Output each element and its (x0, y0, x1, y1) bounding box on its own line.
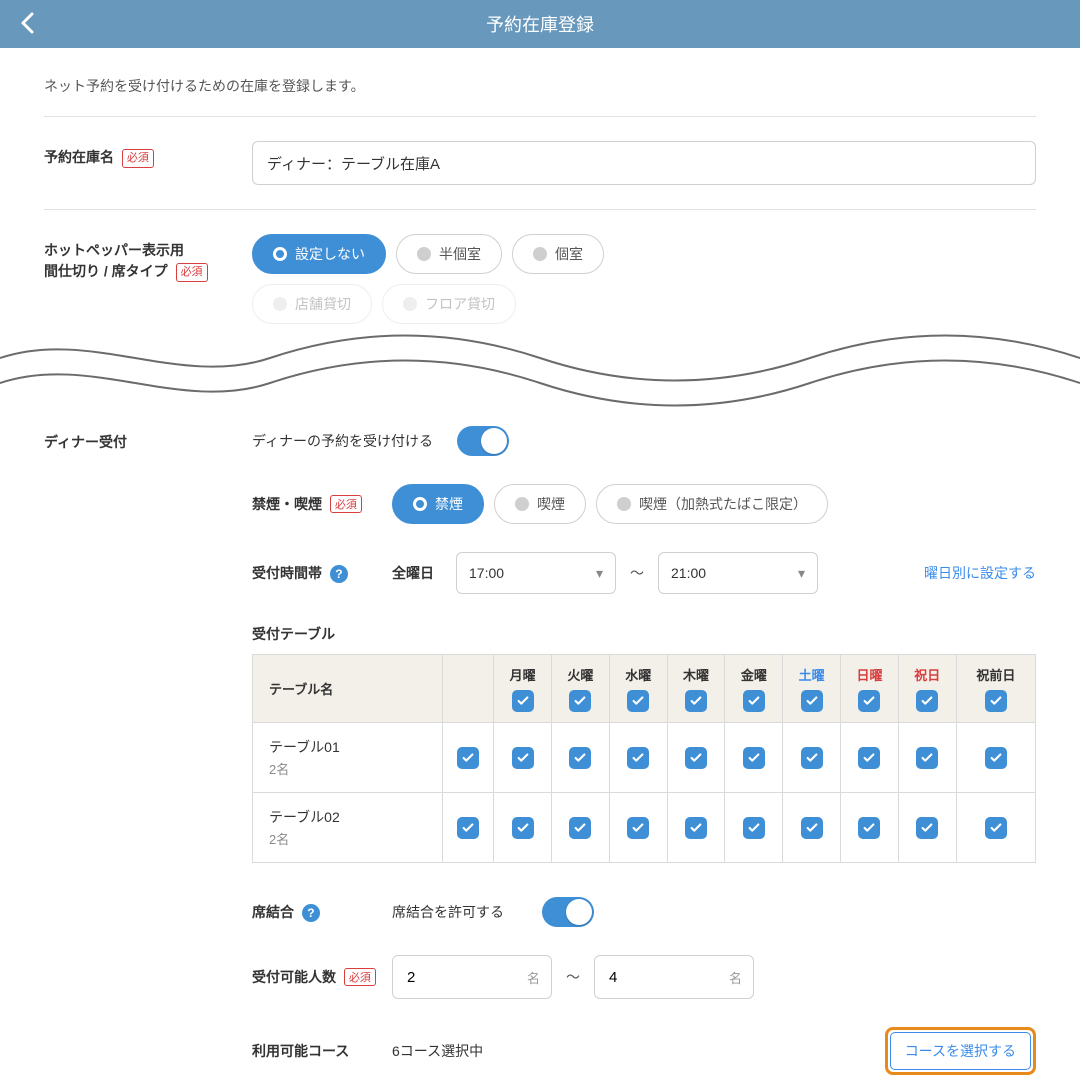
row-hours: 受付時間帯 ? 全曜日 17:00 ▾ 〜 21:00 ▾ 曜日別に設定する (252, 538, 1036, 608)
highlight-frame: コースを選択する (885, 1027, 1036, 1075)
checkbox[interactable] (512, 747, 534, 769)
checkbox[interactable] (858, 817, 880, 839)
omission-wave-icon (0, 328, 1080, 418)
hours-start-select[interactable]: 17:00 ▾ (456, 552, 616, 594)
table-row: テーブル022名 (253, 793, 1036, 863)
th-tue: 火曜 (551, 655, 609, 723)
row-capacity: 受付可能人数 必須 名 〜 名 (252, 941, 1036, 1013)
tables-title: 受付テーブル (252, 624, 1036, 644)
check-all-tue[interactable] (569, 690, 591, 712)
required-badge: 必須 (344, 968, 376, 986)
required-badge: 必須 (122, 149, 154, 168)
smoking-option-heated[interactable]: 喫煙（加熱式たばこ限定） (596, 484, 828, 524)
help-icon[interactable]: ? (302, 904, 320, 922)
label-courses: 利用可能コース (252, 1041, 392, 1061)
row-stock-name: 予約在庫名 必須 (44, 117, 1036, 210)
label-hours: 受付時間帯 ? (252, 563, 392, 583)
select-courses-button[interactable]: コースを選択する (890, 1032, 1031, 1070)
intro-text: ネット予約を受け付けるための在庫を登録します。 (44, 48, 1036, 117)
checkbox[interactable] (685, 817, 707, 839)
checkbox[interactable] (801, 817, 823, 839)
dinner-accept-text: ディナーの予約を受け付ける (252, 431, 433, 451)
hours-day: 全曜日 (392, 563, 442, 583)
label-smoking: 禁煙・喫煙 必須 (252, 494, 392, 514)
tables-grid: テーブル名 月曜 火曜 水曜 木曜 金曜 土曜 日曜 祝日 祝前日 テーブル01… (252, 654, 1036, 863)
checkbox[interactable] (569, 747, 591, 769)
checkbox[interactable] (916, 817, 938, 839)
table-row: テーブル012名 (253, 723, 1036, 793)
check-all-hol[interactable] (916, 690, 938, 712)
checkbox[interactable] (801, 747, 823, 769)
checkbox[interactable] (916, 747, 938, 769)
page-title: 予約在庫登録 (486, 11, 594, 37)
seat-type-option-semi[interactable]: 半個室 (396, 234, 502, 274)
smoking-option-no[interactable]: 禁煙 (392, 484, 484, 524)
help-icon[interactable]: ? (330, 565, 348, 583)
checkbox[interactable] (457, 817, 479, 839)
label-combine: 席結合 ? (252, 902, 392, 922)
combine-text: 席結合を許可する (392, 902, 504, 922)
row-dinner: ディナー受付 ディナーの予約を受け付ける 禁煙・喫煙 必須 禁煙 喫煙 喫煙（加… (44, 418, 1036, 1089)
checkbox[interactable] (858, 747, 880, 769)
check-all-thu[interactable] (685, 690, 707, 712)
checkbox[interactable] (985, 817, 1007, 839)
seat-type-option-private[interactable]: 個室 (512, 234, 604, 274)
th-prehol: 祝前日 (956, 655, 1035, 723)
seat-type-option-whole[interactable]: 店舗貸切 (252, 284, 372, 324)
required-badge: 必須 (330, 495, 362, 513)
label-seat-type: ホットペッパー表示用 間仕切り / 席タイプ 必須 (44, 234, 252, 282)
checkbox[interactable] (743, 817, 765, 839)
app-header: 予約在庫登録 (0, 0, 1080, 48)
th-wed: 水曜 (609, 655, 667, 723)
label-dinner: ディナー受付 (44, 426, 252, 453)
dinner-accept-toggle[interactable] (457, 426, 509, 456)
combine-toggle[interactable] (542, 897, 594, 927)
th-all (443, 655, 494, 723)
hours-end-select[interactable]: 21:00 ▾ (658, 552, 818, 594)
row-seat-type: ホットペッパー表示用 間仕切り / 席タイプ 必須 設定しない 半個室 個室 店… (44, 210, 1036, 328)
check-all-mon[interactable] (512, 690, 534, 712)
stock-name-input[interactable] (252, 141, 1036, 185)
smoking-option-yes[interactable]: 喫煙 (494, 484, 586, 524)
checkbox[interactable] (512, 817, 534, 839)
courses-status: 6コース選択中 (392, 1041, 483, 1061)
check-all-prehol[interactable] (985, 690, 1007, 712)
check-all-sun[interactable] (858, 690, 880, 712)
seat-type-option-none[interactable]: 設定しない (252, 234, 386, 274)
checkbox[interactable] (627, 817, 649, 839)
by-day-link[interactable]: 曜日別に設定する (924, 563, 1036, 583)
required-badge: 必須 (176, 263, 208, 282)
label-stock-name: 予約在庫名 必須 (44, 141, 252, 168)
th-sat: 土曜 (783, 655, 841, 723)
checkbox[interactable] (457, 747, 479, 769)
th-hol: 祝日 (898, 655, 956, 723)
th-mon: 月曜 (494, 655, 552, 723)
chevron-down-icon: ▾ (798, 565, 805, 582)
chevron-down-icon: ▾ (596, 565, 603, 582)
row-smoking: 禁煙・喫煙 必須 禁煙 喫煙 喫煙（加熱式たばこ限定） (252, 470, 1036, 538)
seat-type-option-floor[interactable]: フロア貸切 (382, 284, 516, 324)
th-sun: 日曜 (841, 655, 899, 723)
th-name: テーブル名 (253, 655, 443, 723)
checkbox[interactable] (569, 817, 591, 839)
row-courses: 利用可能コース 6コース選択中 コースを選択する (252, 1013, 1036, 1089)
checkbox[interactable] (743, 747, 765, 769)
label-capacity: 受付可能人数 必須 (252, 967, 392, 987)
check-all-fri[interactable] (743, 690, 765, 712)
checkbox[interactable] (627, 747, 649, 769)
checkbox[interactable] (985, 747, 1007, 769)
row-combine: 席結合 ? 席結合を許可する (252, 883, 1036, 941)
checkbox[interactable] (685, 747, 707, 769)
back-icon[interactable] (20, 12, 34, 37)
check-all-sat[interactable] (801, 690, 823, 712)
th-thu: 木曜 (667, 655, 725, 723)
check-all-wed[interactable] (627, 690, 649, 712)
th-fri: 金曜 (725, 655, 783, 723)
